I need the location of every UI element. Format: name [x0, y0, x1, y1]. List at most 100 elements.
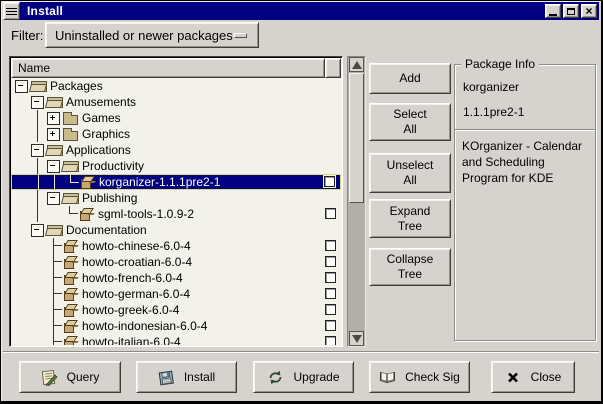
check-sig-button[interactable]: Check Sig	[369, 361, 470, 393]
package-checkbox[interactable]	[325, 256, 336, 267]
unselect-all-button[interactable]: Unselect All	[369, 153, 451, 193]
tree-row[interactable]: howto-croatian-6.0-4	[11, 254, 341, 270]
tree-connector	[46, 270, 62, 286]
scrollbar-thumb[interactable]	[349, 73, 364, 203]
package-checkbox[interactable]	[325, 208, 336, 219]
package-checkbox[interactable]	[325, 288, 336, 299]
package-checkbox[interactable]	[325, 320, 336, 331]
tree-row[interactable]: Packages	[11, 78, 341, 94]
tree-line	[30, 158, 46, 174]
close-icon: ×	[585, 6, 592, 16]
tree-row[interactable]: korganizer-1.1.1pre2-1	[11, 174, 341, 190]
tree-row-label: howto-greek-6.0-4	[81, 303, 179, 317]
package-version: 1.1.1pre2-1	[463, 105, 587, 119]
tree-expander[interactable]	[46, 190, 62, 206]
tree-expander[interactable]	[46, 158, 62, 174]
folder-open-icon	[30, 78, 49, 94]
tree-line	[14, 110, 30, 126]
tree-row-label: sgml-tools-1.0.9-2	[97, 207, 194, 221]
scroll-down-button[interactable]	[349, 331, 364, 346]
add-button[interactable]: Add	[369, 63, 451, 94]
scroll-up-button[interactable]	[349, 57, 364, 72]
tree-row[interactable]: Applications	[11, 142, 341, 158]
package-info-legend: Package Info	[461, 57, 539, 71]
tree-row-label: Publishing	[81, 191, 137, 205]
tree-scrollbar[interactable]	[347, 56, 366, 347]
tree-expander[interactable]	[30, 142, 46, 158]
tree-expander[interactable]	[46, 110, 62, 126]
tree-line	[14, 190, 30, 206]
upgrade-button[interactable]: Upgrade	[253, 361, 354, 393]
tree-row[interactable]: sgml-tools-1.0.9-2	[11, 206, 341, 222]
tree-connector	[63, 175, 79, 189]
tree-indent	[14, 158, 46, 174]
package-checkbox[interactable]	[325, 272, 336, 283]
package-checkbox[interactable]	[325, 240, 336, 251]
package-icon	[62, 334, 81, 345]
close-button[interactable]: Close	[491, 361, 575, 393]
tree-line	[46, 206, 62, 222]
scroll-up-icon	[352, 61, 362, 69]
package-checkbox[interactable]	[325, 304, 336, 315]
tree-expander[interactable]	[46, 126, 62, 142]
tree-row[interactable]: howto-chinese-6.0-4	[11, 238, 341, 254]
tree-connector	[46, 302, 62, 318]
button-label: Check Sig	[405, 370, 460, 384]
maximize-icon	[567, 8, 575, 15]
tree-row[interactable]: Documentation	[11, 222, 341, 238]
titlebar[interactable]: Install ×	[3, 2, 599, 20]
query-button[interactable]: Query	[19, 361, 121, 393]
tree-indent	[15, 175, 63, 189]
tree-expander[interactable]	[14, 78, 30, 94]
maximize-button[interactable]	[563, 4, 579, 18]
tree-line	[30, 238, 46, 254]
tree-line	[14, 222, 30, 238]
tree-row[interactable]: Publishing	[11, 190, 341, 206]
close-x-icon	[505, 369, 522, 386]
tree-indent	[14, 318, 46, 334]
tree-row[interactable]: Productivity	[11, 158, 341, 174]
open-book-icon	[379, 369, 396, 386]
tree-row-label: howto-german-6.0-4	[81, 287, 190, 301]
tree-line	[30, 206, 46, 222]
install-button[interactable]: Install	[136, 361, 237, 393]
tree-row[interactable]: Games	[11, 110, 341, 126]
filter-dropdown[interactable]: Uninstalled or newer packages	[45, 22, 259, 48]
tree-row[interactable]: howto-french-6.0-4	[11, 270, 341, 286]
tree-row[interactable]: howto-italian-6.0-4	[11, 334, 341, 345]
folder-open-icon	[46, 222, 65, 238]
tree-indent	[14, 286, 46, 302]
window-menu-button[interactable]	[3, 2, 20, 20]
tree-row[interactable]: Graphics	[11, 126, 341, 142]
tree-row[interactable]: howto-german-6.0-4	[11, 286, 341, 302]
name-column-header[interactable]: Name	[11, 58, 325, 78]
tree-expander[interactable]	[30, 94, 46, 110]
checkbox-column-header[interactable]	[325, 58, 341, 78]
tree-line	[14, 206, 30, 222]
floppy-icon	[158, 369, 175, 386]
tree-row-label: howto-croatian-6.0-4	[81, 255, 192, 269]
tree-indent	[14, 206, 62, 222]
package-icon	[62, 286, 81, 302]
tree-line	[47, 175, 63, 189]
close-window-button[interactable]: ×	[581, 4, 597, 18]
scroll-down-icon	[352, 335, 362, 343]
tree-row[interactable]: Amusements	[11, 94, 341, 110]
tree-line	[30, 334, 46, 345]
collapse-tree-button[interactable]: Collapse Tree	[369, 248, 451, 286]
tree-expander[interactable]	[30, 222, 46, 238]
tree-row[interactable]: howto-indonesian-6.0-4	[11, 318, 341, 334]
package-checkbox[interactable]	[325, 336, 336, 345]
tree-connector	[46, 318, 62, 334]
tree-row[interactable]: howto-greek-6.0-4	[11, 302, 341, 318]
package-checkbox[interactable]	[324, 176, 335, 187]
expand-tree-button[interactable]: Expand Tree	[369, 199, 451, 238]
package-icon	[62, 302, 81, 318]
window-title: Install	[27, 4, 63, 18]
button-label: Install	[184, 370, 215, 384]
minimize-button[interactable]	[545, 4, 561, 18]
tree-line	[14, 238, 30, 254]
tree-indent	[14, 334, 46, 345]
select-all-button[interactable]: Select All	[369, 103, 451, 141]
install-window: Install × Filter: Uninstalled or newer p…	[0, 0, 603, 404]
